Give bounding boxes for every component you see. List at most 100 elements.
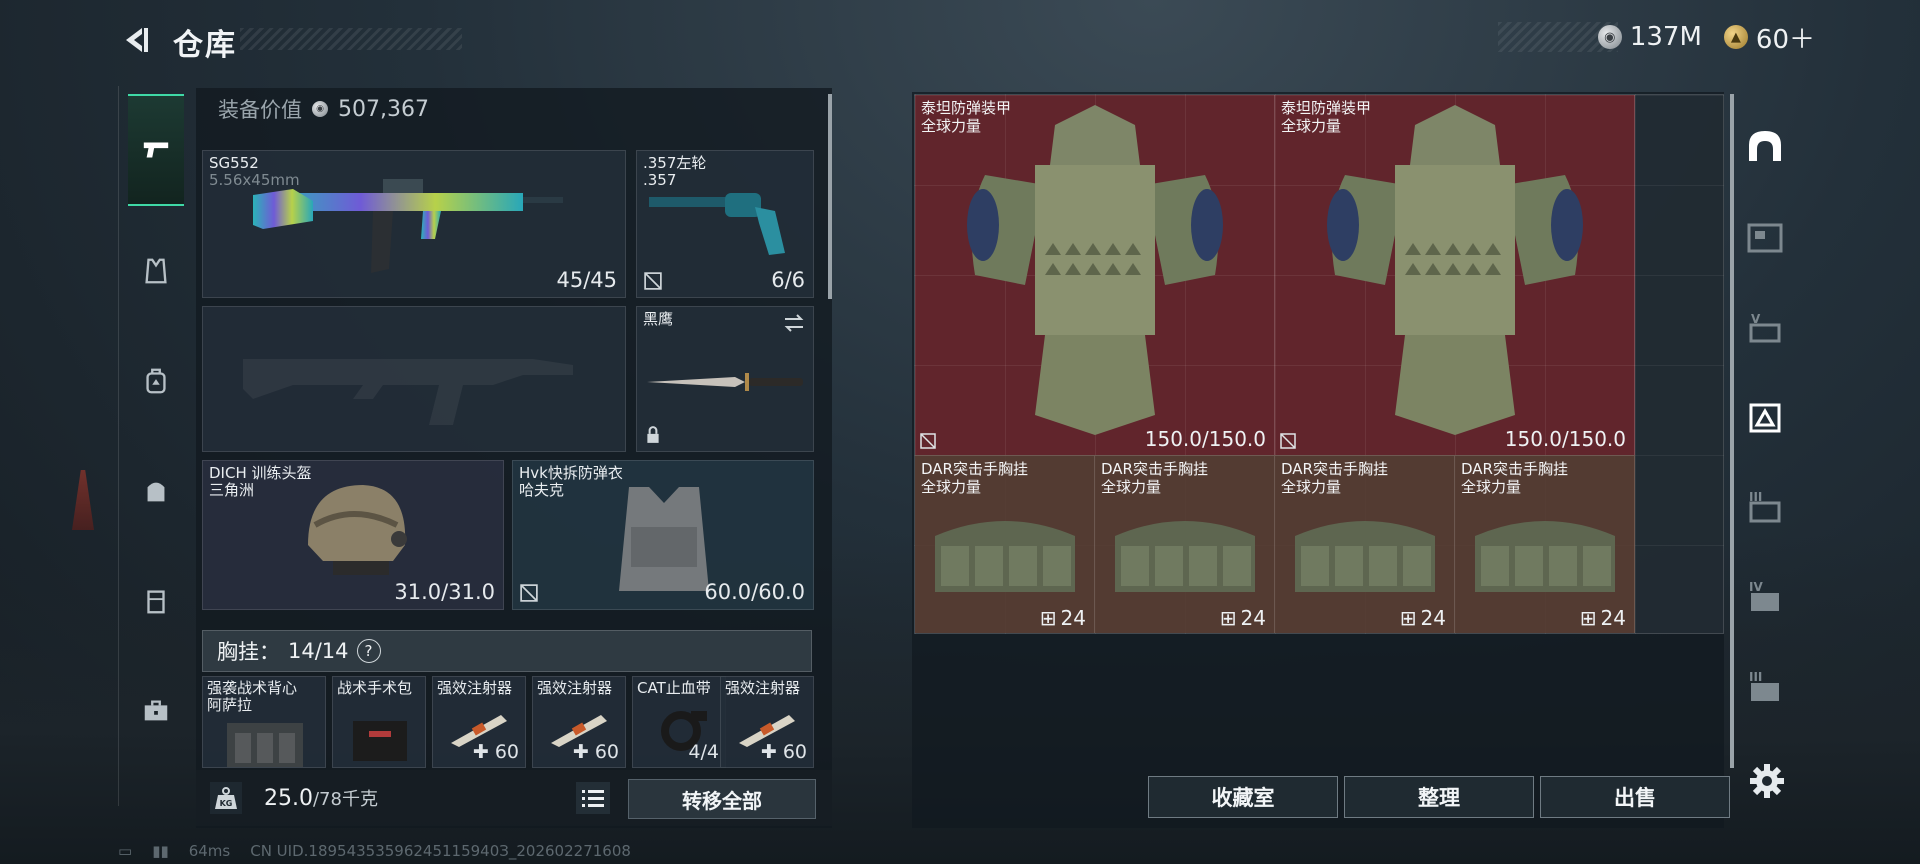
- no-insure-icon: [644, 272, 662, 290]
- storage-item-chest-rig[interactable]: DAR突击手胸挂 全球力量 ⊞ 24: [1455, 455, 1635, 633]
- chest-rig-image: [1115, 521, 1255, 592]
- backpack-icon: [146, 368, 166, 394]
- ping-readout: 64ms: [188, 842, 231, 860]
- storage-page-5[interactable]: IV: [1738, 562, 1792, 632]
- arch-icon: [1749, 131, 1781, 161]
- pistol-icon: [143, 142, 169, 158]
- currency-gold[interactable]: ▲ 60＋: [1723, 19, 1815, 56]
- uid-readout: CN UID.18954353596245115940З_20260227160…: [250, 842, 631, 860]
- sidearm-slot[interactable]: .357左轮 .357 6/6: [636, 150, 814, 298]
- back-button[interactable]: [118, 22, 154, 58]
- storage-page-icon: [1747, 223, 1783, 253]
- collection-room-button[interactable]: 收藏室: [1148, 776, 1338, 818]
- currency-silver-value: 137M: [1629, 22, 1702, 52]
- vest-icon: ⊞: [1399, 606, 1417, 630]
- weight-current: 25.0: [264, 786, 313, 811]
- storage-item-label: DAR突击手胸挂 全球力量: [921, 460, 1028, 496]
- settings-gear-icon[interactable]: [1748, 762, 1786, 800]
- storage-item-armor[interactable]: 泰坦防弹装甲 全球力量 150.0/150.0: [915, 95, 1275, 455]
- storage-item-chest-rig[interactable]: DAR突击手胸挂 全球力量 ⊞ 24: [915, 455, 1095, 633]
- vest-icon: [145, 258, 167, 284]
- organize-button[interactable]: 整理: [1344, 776, 1534, 818]
- chest-rig-image: [935, 521, 1075, 592]
- rig-slot-name: 强效注射器: [537, 679, 613, 697]
- secondary-weapon-slot-empty[interactable]: [202, 306, 626, 452]
- rig-slot-count: ✚ 60: [760, 741, 807, 763]
- nav-case[interactable]: [128, 656, 184, 766]
- storage-item-slots-value: 24: [1060, 606, 1086, 630]
- storage-page-icon: [1749, 403, 1781, 433]
- rig-slot-name: 强效注射器: [725, 679, 801, 697]
- swap-icon[interactable]: [783, 313, 805, 333]
- sell-button[interactable]: 出售: [1540, 776, 1730, 818]
- storage-grid: 泰坦防弹装甲 全球力量 150.0/150.0 泰坦防弹装甲 全球力量 150.…: [914, 94, 1724, 634]
- chest-rig-label: 胸挂：: [217, 640, 280, 664]
- silver-coin-icon: ◉: [312, 101, 328, 117]
- storage-item-name: DAR突击手胸挂: [921, 460, 1028, 478]
- storage-item-label: DAR突击手胸挂 全球力量: [1281, 460, 1388, 496]
- rig-slot-count-value: 60: [782, 741, 807, 763]
- kg-weight-icon: KG: [210, 782, 242, 814]
- chest-rig-header: 胸挂： 14/14 ?: [202, 630, 812, 672]
- rig-slot-vest[interactable]: 强袭战术背心 阿萨拉: [202, 676, 326, 768]
- storage-item-brand: 全球力量: [1281, 478, 1342, 496]
- storage-item-brand: 全球力量: [1101, 478, 1162, 496]
- storage-item-chest-rig[interactable]: DAR突击手胸挂 全球力量 ⊞ 24: [1095, 455, 1275, 633]
- rig-slot-brand: 阿萨拉: [207, 696, 253, 714]
- back-arrow-icon: [126, 28, 148, 52]
- nav-armor[interactable]: [128, 216, 184, 326]
- no-insure-icon: [920, 433, 936, 449]
- storage-page-all[interactable]: [1738, 112, 1792, 182]
- storage-page-1[interactable]: [1738, 202, 1792, 272]
- help-icon[interactable]: ?: [356, 639, 381, 663]
- storage-item-chest-rig[interactable]: DAR突击手胸挂 全球力量 ⊞ 24: [1275, 455, 1455, 633]
- nav-backpack[interactable]: [128, 326, 184, 436]
- gold-coin-icon: ▲: [1723, 25, 1748, 49]
- sidearm-durability: 6/6: [771, 268, 805, 292]
- title-stripe: [240, 28, 462, 50]
- revolver-image: [649, 193, 785, 255]
- storage-item-armor[interactable]: 泰坦防弹装甲 全球力量 150.0/150.0: [1275, 95, 1635, 455]
- storage-page-icon: III: [1749, 670, 1779, 701]
- rig-slot-name: 强袭战术背心: [207, 679, 298, 697]
- storage-item-brand: 全球力量: [921, 478, 982, 496]
- storage-item-slots-value: 24: [1240, 606, 1266, 630]
- lock-icon: [647, 426, 659, 443]
- nav-bag[interactable]: [128, 436, 184, 546]
- rig-slot-count: ✚ 60: [472, 741, 519, 763]
- body-armor-brand: 哈夫克: [519, 481, 565, 499]
- helmet-slot[interactable]: DICH 训练头盔 三角洲 31.0/31.0: [202, 460, 504, 610]
- rig-slot-label: 强袭战术背心 阿萨拉: [207, 680, 297, 714]
- rig-slot-injector[interactable]: 强效注射器 ✚ 60: [720, 676, 814, 768]
- rig-slot-injector[interactable]: 强效注射器 ✚ 60: [432, 676, 526, 768]
- storage-item-slots: ⊞ 24: [1400, 606, 1446, 630]
- storage-page-2[interactable]: V: [1738, 292, 1792, 362]
- body-armor-slot[interactable]: Hvk快拆防弹衣 哈夫克 60.0/60.0: [512, 460, 814, 610]
- melee-slot[interactable]: 黑鹰: [636, 306, 814, 452]
- currency-silver[interactable]: ◉ 137M: [1597, 22, 1702, 52]
- svg-text:IV: IV: [1749, 580, 1763, 594]
- storage-item-slots: ⊞ 24: [1580, 606, 1626, 630]
- list-view-button[interactable]: [576, 782, 610, 814]
- storage-page-6[interactable]: III: [1738, 652, 1792, 722]
- vest-icon: ⊞: [1039, 606, 1057, 630]
- nav-weapons[interactable]: [128, 94, 184, 206]
- rig-slot-tourniquet[interactable]: CAT止血带 4/4: [632, 676, 726, 768]
- storage-page-icon: III: [1749, 490, 1781, 523]
- rig-slot-injector[interactable]: 强效注射器 ✚ 60: [532, 676, 626, 768]
- battery-icon: ▭: [118, 842, 133, 860]
- bag-icon: [147, 482, 165, 502]
- storage-page-4[interactable]: III: [1738, 472, 1792, 542]
- storage-item-slots: ⊞ 24: [1040, 606, 1086, 630]
- loadout-scrollbar[interactable]: [828, 94, 832, 299]
- rig-slot-surgery-kit[interactable]: 战术手术包: [332, 676, 426, 768]
- rig-slot-name: CAT止血带: [637, 679, 711, 697]
- rig-slot-name: 战术手术包: [337, 679, 413, 697]
- equipment-value-label: 装备价值: [218, 98, 302, 122]
- container-icon: [147, 590, 165, 614]
- primary-weapon-slot[interactable]: SG552 5.56x45mm 45/45: [202, 150, 626, 298]
- nav-container[interactable]: [128, 546, 184, 656]
- body-armor-durability: 60.0/60.0: [704, 580, 805, 604]
- transfer-all-button[interactable]: 转移全部: [628, 779, 816, 819]
- storage-page-3[interactable]: [1738, 382, 1792, 452]
